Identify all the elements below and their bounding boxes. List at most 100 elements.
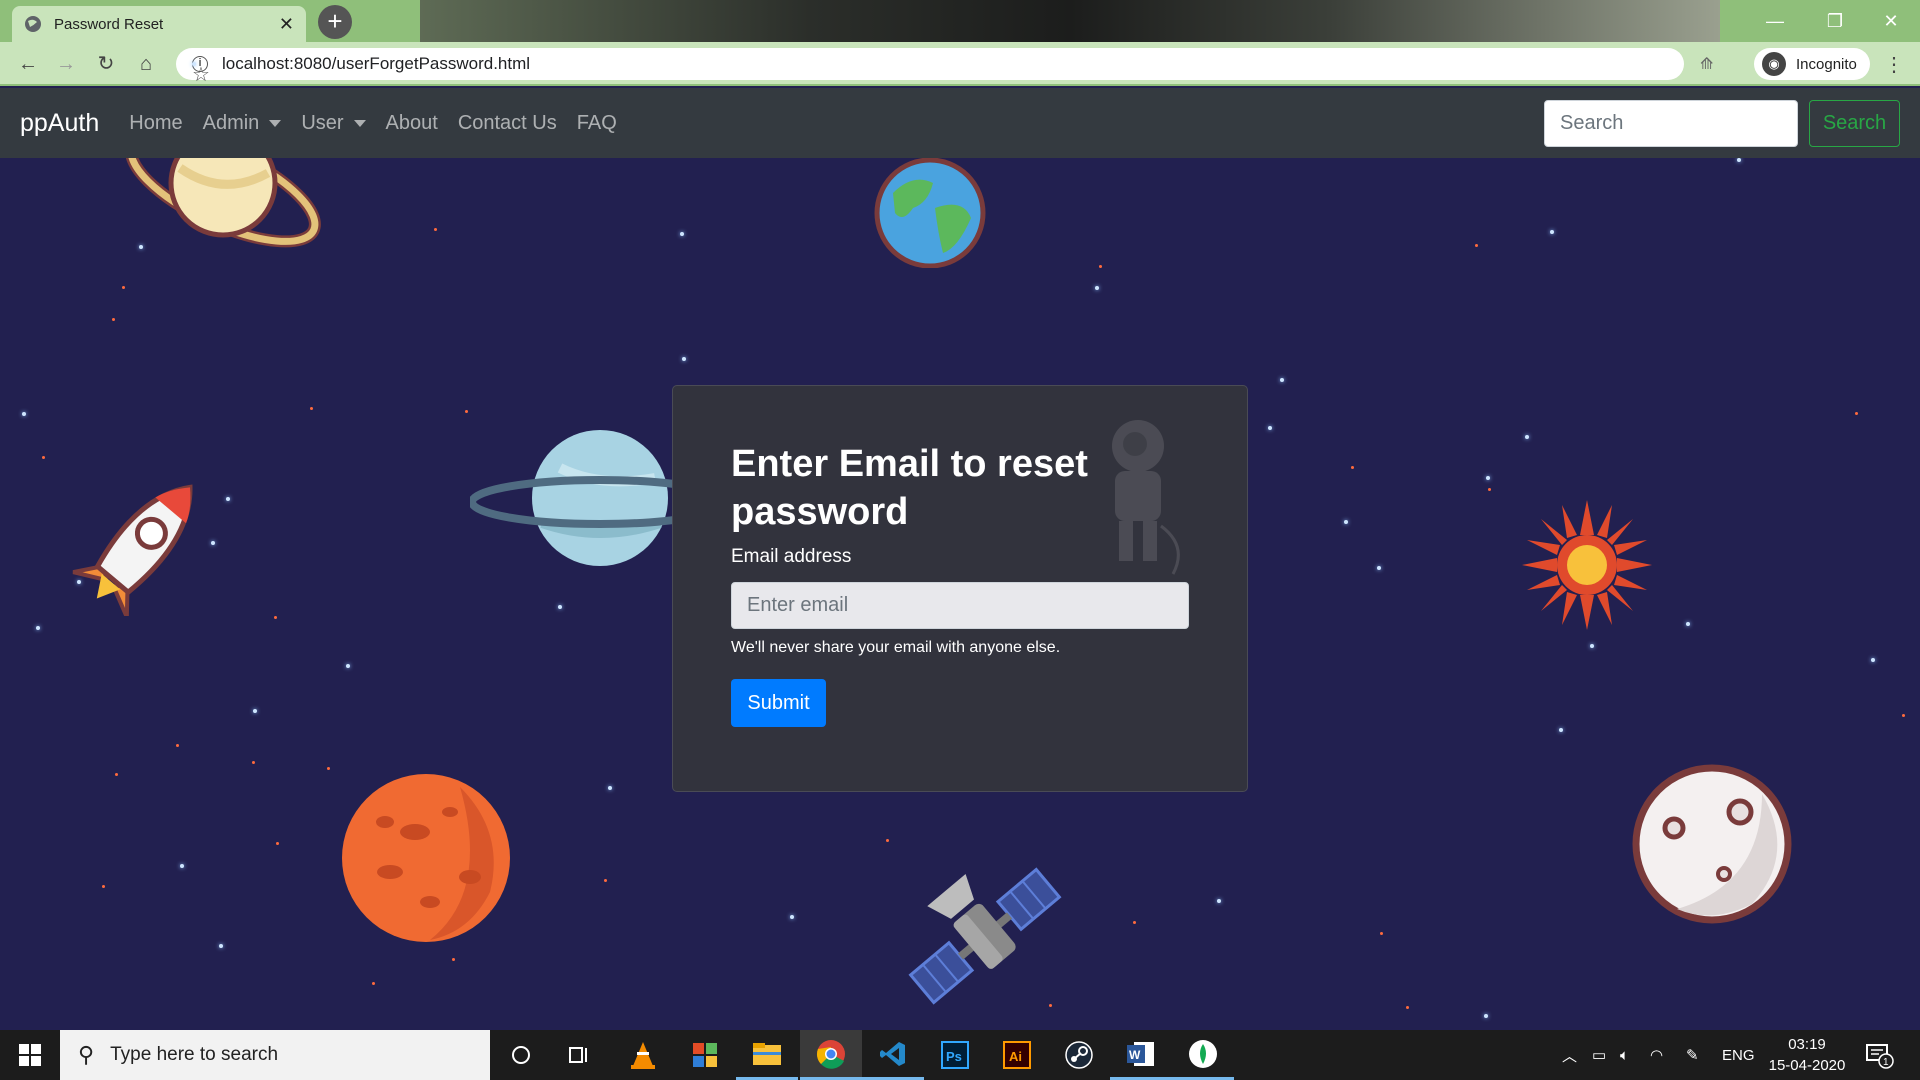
minimize-button[interactable]: —	[1752, 4, 1798, 38]
bookmark-star-icon[interactable]: ☆	[192, 62, 210, 86]
brand-link[interactable]: ppAuth	[20, 109, 99, 138]
star	[1525, 435, 1529, 439]
caret-down-icon	[269, 119, 282, 127]
word-icon[interactable]: W	[1110, 1030, 1172, 1080]
red-dot	[434, 228, 437, 231]
close-window-button[interactable]: ✕	[1868, 4, 1914, 38]
red-dot	[122, 286, 125, 289]
file-explorer-icon[interactable]	[736, 1030, 798, 1080]
cortana-icon[interactable]	[490, 1030, 552, 1080]
start-button[interactable]	[0, 1030, 60, 1080]
star	[1484, 1014, 1488, 1018]
clock-time: 03:19	[1788, 1036, 1826, 1053]
battery-icon[interactable]: ▭	[1592, 1030, 1606, 1080]
nav-admin-dropdown[interactable]: Admin	[203, 112, 282, 135]
nav-user-dropdown[interactable]: User	[301, 111, 366, 135]
red-dot	[327, 767, 330, 770]
volume-icon[interactable]: 🔈︎	[1620, 1030, 1629, 1080]
pen-icon[interactable]: ✎	[1686, 1030, 1699, 1080]
action-center-icon[interactable]: 1	[1864, 1040, 1894, 1070]
red-dot	[42, 456, 45, 459]
astronaut-icon	[1112, 420, 1180, 575]
taskbar-search-placeholder: Type here to search	[110, 1044, 279, 1065]
address-bar[interactable]: i localhost:8080/userForgetPassword.html…	[176, 48, 1684, 86]
red-dot	[372, 982, 375, 985]
windows-taskbar: ⚲ Type here to search Ps Ai W ︿ ▭ 🔈︎ ◠ ✎…	[0, 1030, 1920, 1080]
star	[22, 412, 26, 416]
vscode-icon[interactable]	[862, 1030, 924, 1080]
search-icon: ⚲	[78, 1042, 95, 1067]
illustrator-icon[interactable]: Ai	[986, 1030, 1048, 1080]
star	[1737, 158, 1741, 162]
task-view-icon[interactable]	[548, 1030, 610, 1080]
star	[219, 944, 223, 948]
red-dot	[604, 879, 607, 882]
red-dot	[115, 773, 118, 776]
red-dot	[1902, 714, 1905, 717]
star	[1550, 230, 1554, 234]
language-indicator[interactable]: ENG	[1722, 1030, 1755, 1080]
nav-contact[interactable]: Contact Us	[458, 112, 557, 135]
star	[1559, 728, 1563, 732]
browser-toolbar: ← → ↻ ⌂ i localhost:8080/userForgetPassw…	[0, 42, 1920, 86]
incognito-icon: ◉	[1762, 52, 1786, 76]
reload-button[interactable]: ↻	[92, 50, 120, 78]
photoshop-icon[interactable]: Ps	[924, 1030, 986, 1080]
taskbar-search-box[interactable]: ⚲ Type here to search	[60, 1030, 490, 1080]
star	[680, 232, 684, 236]
nav-admin-label: Admin	[202, 111, 260, 134]
chrome-icon[interactable]	[800, 1030, 862, 1080]
wifi-icon[interactable]: ◠	[1650, 1030, 1663, 1080]
globe-icon	[25, 16, 41, 32]
svg-text:W: W	[1129, 1048, 1141, 1062]
star	[253, 709, 257, 713]
extension-icon[interactable]: ⟰	[1700, 54, 1722, 74]
notification-count: 1	[1883, 1057, 1889, 1068]
red-dot	[1488, 488, 1491, 491]
satellite-icon	[908, 867, 1062, 1005]
sun-icon	[1522, 500, 1652, 630]
navbar-search-input[interactable]	[1544, 100, 1798, 147]
url-text[interactable]: localhost:8080/userForgetPassword.html	[222, 54, 1668, 74]
nav-home[interactable]: Home	[129, 112, 182, 135]
home-button[interactable]: ⌂	[132, 50, 160, 78]
svg-text:Ps: Ps	[946, 1049, 962, 1064]
email-field[interactable]	[731, 582, 1189, 629]
red-dot	[1351, 466, 1354, 469]
star	[1686, 622, 1690, 626]
star	[346, 664, 350, 668]
browser-tab[interactable]: Password Reset ✕	[12, 6, 306, 42]
nav-user-label: User	[301, 111, 344, 134]
reset-password-card: Enter Email to reset password Email addr…	[672, 385, 1248, 792]
chrome-menu-icon[interactable]: ⋮	[1884, 52, 1904, 77]
red-dot	[310, 407, 313, 410]
star	[790, 915, 794, 919]
app-grid-icon[interactable]	[674, 1030, 736, 1080]
forward-button[interactable]: →	[52, 50, 80, 78]
back-button[interactable]: ←	[14, 50, 42, 78]
nav-faq[interactable]: FAQ	[577, 112, 617, 135]
incognito-badge[interactable]: ◉ Incognito	[1754, 48, 1870, 80]
navbar-search-button[interactable]: Search	[1809, 100, 1900, 147]
earth-icon	[874, 158, 986, 268]
nav-about[interactable]: About	[386, 112, 438, 135]
red-dot	[102, 885, 105, 888]
clock[interactable]: 03:19 15-04-2020	[1762, 1034, 1852, 1076]
new-tab-button[interactable]: +	[318, 5, 352, 39]
incognito-label: Incognito	[1796, 55, 1857, 73]
show-hidden-icons-chevron-icon[interactable]: ︿	[1562, 1030, 1577, 1080]
tab-close-icon[interactable]: ✕	[279, 14, 294, 35]
star	[226, 497, 230, 501]
restore-button[interactable]: ❐	[1812, 4, 1858, 38]
red-dot	[452, 958, 455, 961]
star	[180, 864, 184, 868]
red-dot	[1406, 1006, 1409, 1009]
steam-icon[interactable]	[1048, 1030, 1110, 1080]
moon-icon	[1632, 764, 1792, 924]
vlc-icon[interactable]	[612, 1030, 674, 1080]
submit-button[interactable]: Submit	[731, 679, 826, 727]
star	[1268, 426, 1272, 430]
mongodb-icon[interactable]	[1172, 1030, 1234, 1080]
star	[1217, 899, 1221, 903]
site-navbar: ppAuth Home Admin User About Contact Us …	[0, 88, 1920, 158]
